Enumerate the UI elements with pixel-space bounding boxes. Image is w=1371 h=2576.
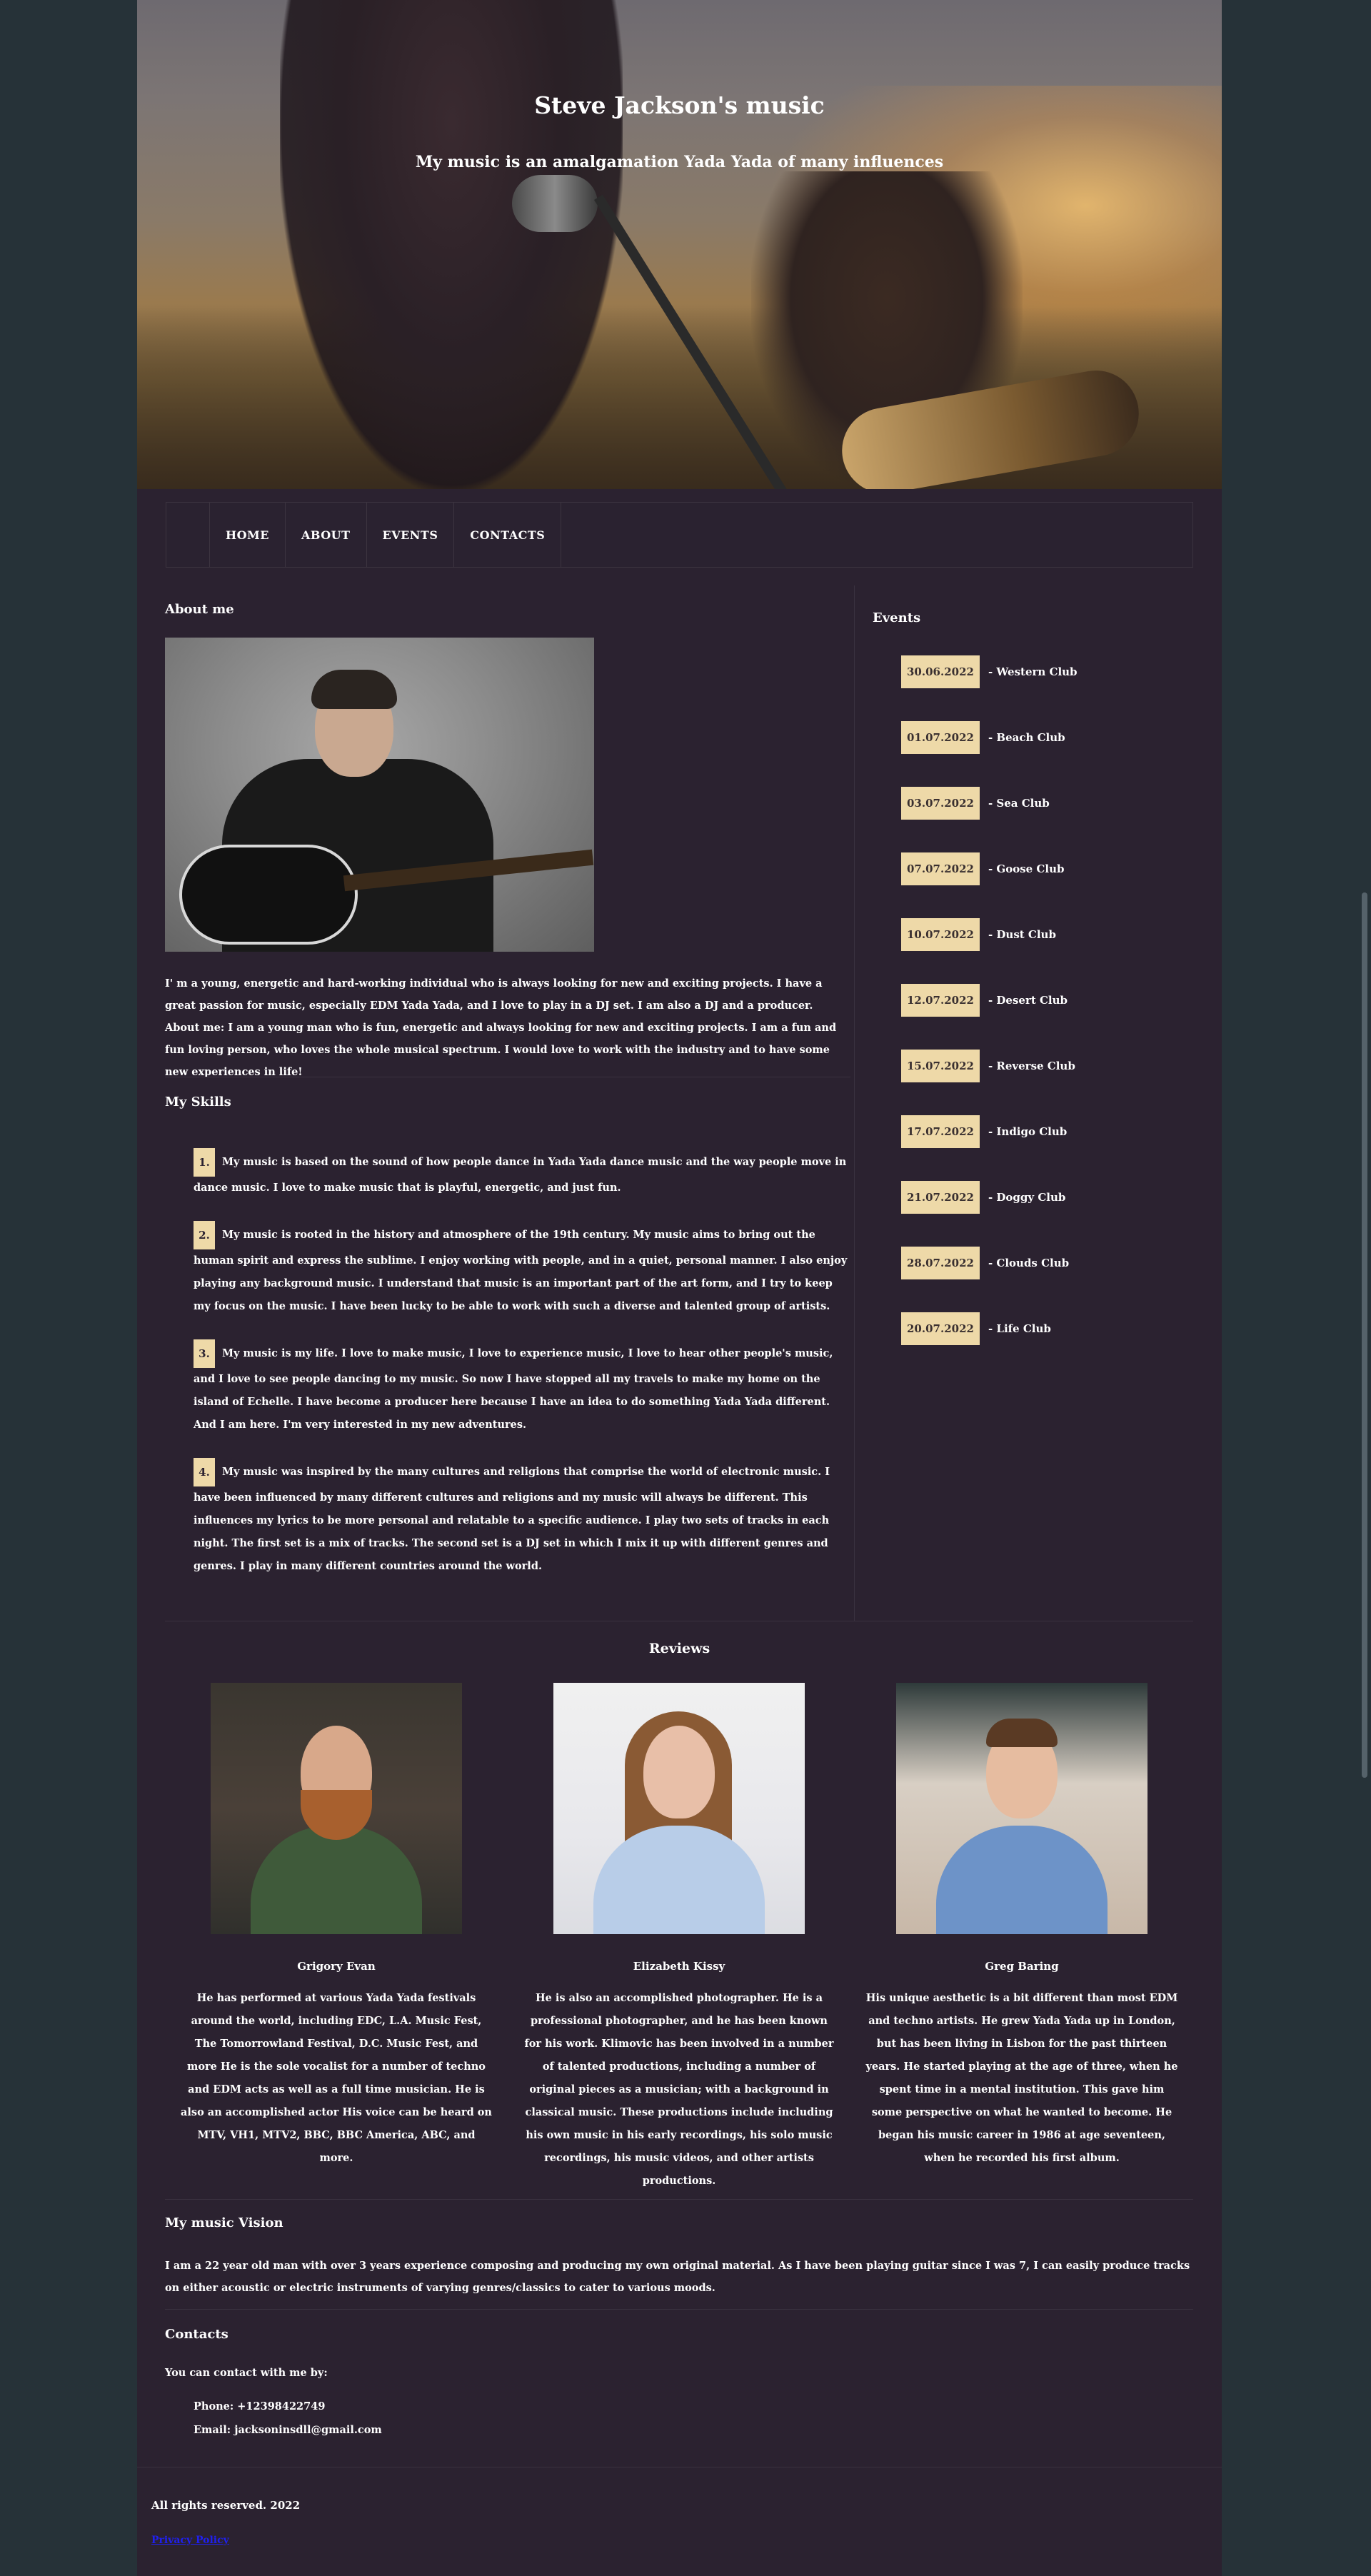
event-date: 30.06.2022 [901,655,980,688]
photo-guitar [179,845,358,945]
review-card: Greg Baring His unique aesthetic is a bi… [865,1683,1179,2170]
event-name: - Desert Club [988,994,1068,1007]
nav-contacts[interactable]: CONTACTS [453,503,562,567]
reviewer-name: Grigory Evan [297,1960,376,1973]
photo-hair [311,670,397,709]
review-text: His unique aesthetic is a bit different … [865,1992,1178,2164]
photo-hair [986,1719,1058,1747]
reviewer-photo [553,1683,805,1934]
singer-silhouette [280,0,623,489]
skill-text: My music was inspired by the many cultur… [194,1466,830,1572]
event-name: - Goose Club [988,862,1065,875]
event-name: - Clouds Club [988,1257,1070,1269]
event-date: 21.07.2022 [901,1181,980,1214]
review-text: He has performed at various Yada Yada fe… [181,1992,492,2164]
skills-heading: My Skills [165,1095,231,1110]
review-card: Elizabeth Kissy He is also an accomplish… [522,1683,836,2193]
event-item: 07.07.2022 - Goose Club [901,852,1064,885]
event-item: 21.07.2022 - Doggy Club [901,1181,1065,1214]
event-item: 12.07.2022 - Desert Club [901,984,1068,1017]
event-name: - Reverse Club [988,1060,1075,1072]
about-photo [165,638,594,952]
skill-text: My music is rooted in the history and at… [194,1229,848,1312]
footer-copyright: All rights reserved. 2022 [151,2499,301,2512]
reviewer-name: Greg Baring [985,1960,1059,1973]
page-container: Steve Jackson's music My music is an ama… [137,0,1222,2576]
contact-phone[interactable]: Phone: +12398422749 [194,2400,325,2413]
skill-number: 4. [194,1458,215,1486]
skill-number: 1. [194,1148,215,1177]
event-name: - Beach Club [988,731,1065,744]
event-name: - Indigo Club [988,1125,1068,1138]
privacy-policy-link[interactable]: Privacy Policy [151,2535,229,2546]
contacts-divider [165,2309,1193,2310]
microphone-image [512,175,598,232]
skill-item: 3. My music is my life. I love to make mu… [194,1339,850,1437]
event-name: - Sea Club [988,797,1050,810]
about-heading: About me [165,602,234,617]
skills-list: 1. My music is based on the sound of how … [194,1148,850,1599]
vision-heading: My music Vision [165,2215,283,2230]
reviewer-name: Elizabeth Kissy [633,1960,725,1973]
skill-text: My music is based on the sound of how pe… [194,1156,847,1194]
review-card: Grigory Evan He has performed at various… [179,1683,493,2170]
event-date: 15.07.2022 [901,1050,980,1082]
event-name: - Dust Club [988,928,1056,941]
reviewer-photo [896,1683,1147,1934]
skill-number: 2. [194,1221,215,1249]
event-date: 12.07.2022 [901,984,980,1017]
event-item: 20.07.2022 - Life Club [901,1312,1051,1345]
photo-body [251,1826,422,1934]
skill-item: 1. My music is based on the sound of how … [194,1148,850,1199]
event-date: 20.07.2022 [901,1312,980,1345]
skill-number: 3. [194,1339,215,1368]
skill-item: 2. My music is rooted in the history and … [194,1221,850,1318]
review-text: He is also an accomplished photographer.… [524,1992,834,2187]
reviews-heading: Reviews [648,1641,710,1656]
vision-divider [165,2199,1193,2200]
hero-banner: Steve Jackson's music My music is an ama… [137,0,1222,489]
event-item: 03.07.2022 - Sea Club [901,787,1050,820]
event-item: 10.07.2022 - Dust Club [901,918,1056,951]
event-date: 01.07.2022 [901,721,980,754]
photo-body [936,1826,1108,1934]
scrollbar-thumb[interactable] [1362,892,1367,1778]
vision-text: I am a 22 year old man with over 3 years… [165,2260,1190,2294]
event-date: 28.07.2022 [901,1247,980,1279]
skill-item: 4. My music was inspired by the many cult… [194,1458,850,1578]
event-item: 30.06.2022 - Western Club [901,655,1078,688]
event-name: - Doggy Club [988,1191,1066,1204]
photo-face [643,1726,715,1818]
event-item: 15.07.2022 - Reverse Club [901,1050,1075,1082]
photo-body [593,1826,765,1934]
skill-text: My music is my life. I love to make musi… [194,1347,833,1431]
contact-email[interactable]: Email: jacksoninsdll@gmail.com [194,2424,382,2436]
page-scrollbar[interactable] [1358,0,1371,2576]
event-date: 03.07.2022 [901,787,980,820]
nav-links: HOME ABOUT EVENTS CONTACTS [209,503,562,567]
main-nav: HOME ABOUT EVENTS CONTACTS [166,502,1193,568]
column-divider [854,585,855,1621]
event-item: 28.07.2022 - Clouds Club [901,1247,1069,1279]
event-date: 07.07.2022 [901,852,980,885]
events-heading: Events [873,610,921,625]
reviewer-photo [211,1683,462,1934]
event-name: - Western Club [988,665,1078,678]
event-item: 17.07.2022 - Indigo Club [901,1115,1067,1148]
event-date: 17.07.2022 [901,1115,980,1148]
contacts-heading: Contacts [165,2327,228,2342]
nav-about[interactable]: ABOUT [284,503,366,567]
site-subtitle: My music is an amalgamation Yada Yada of… [415,153,944,171]
footer: All rights reserved. 2022 Privacy Policy [137,2467,1222,2576]
nav-events[interactable]: EVENTS [366,503,454,567]
site-title: Steve Jackson's music [534,91,825,119]
about-text: I' m a young, energetic and hard-working… [165,977,837,1078]
event-item: 01.07.2022 - Beach Club [901,721,1065,754]
event-date: 10.07.2022 [901,918,980,951]
contacts-intro: You can contact with me by: [165,2367,328,2379]
nav-home[interactable]: HOME [209,503,285,567]
event-name: - Life Club [988,1322,1051,1335]
